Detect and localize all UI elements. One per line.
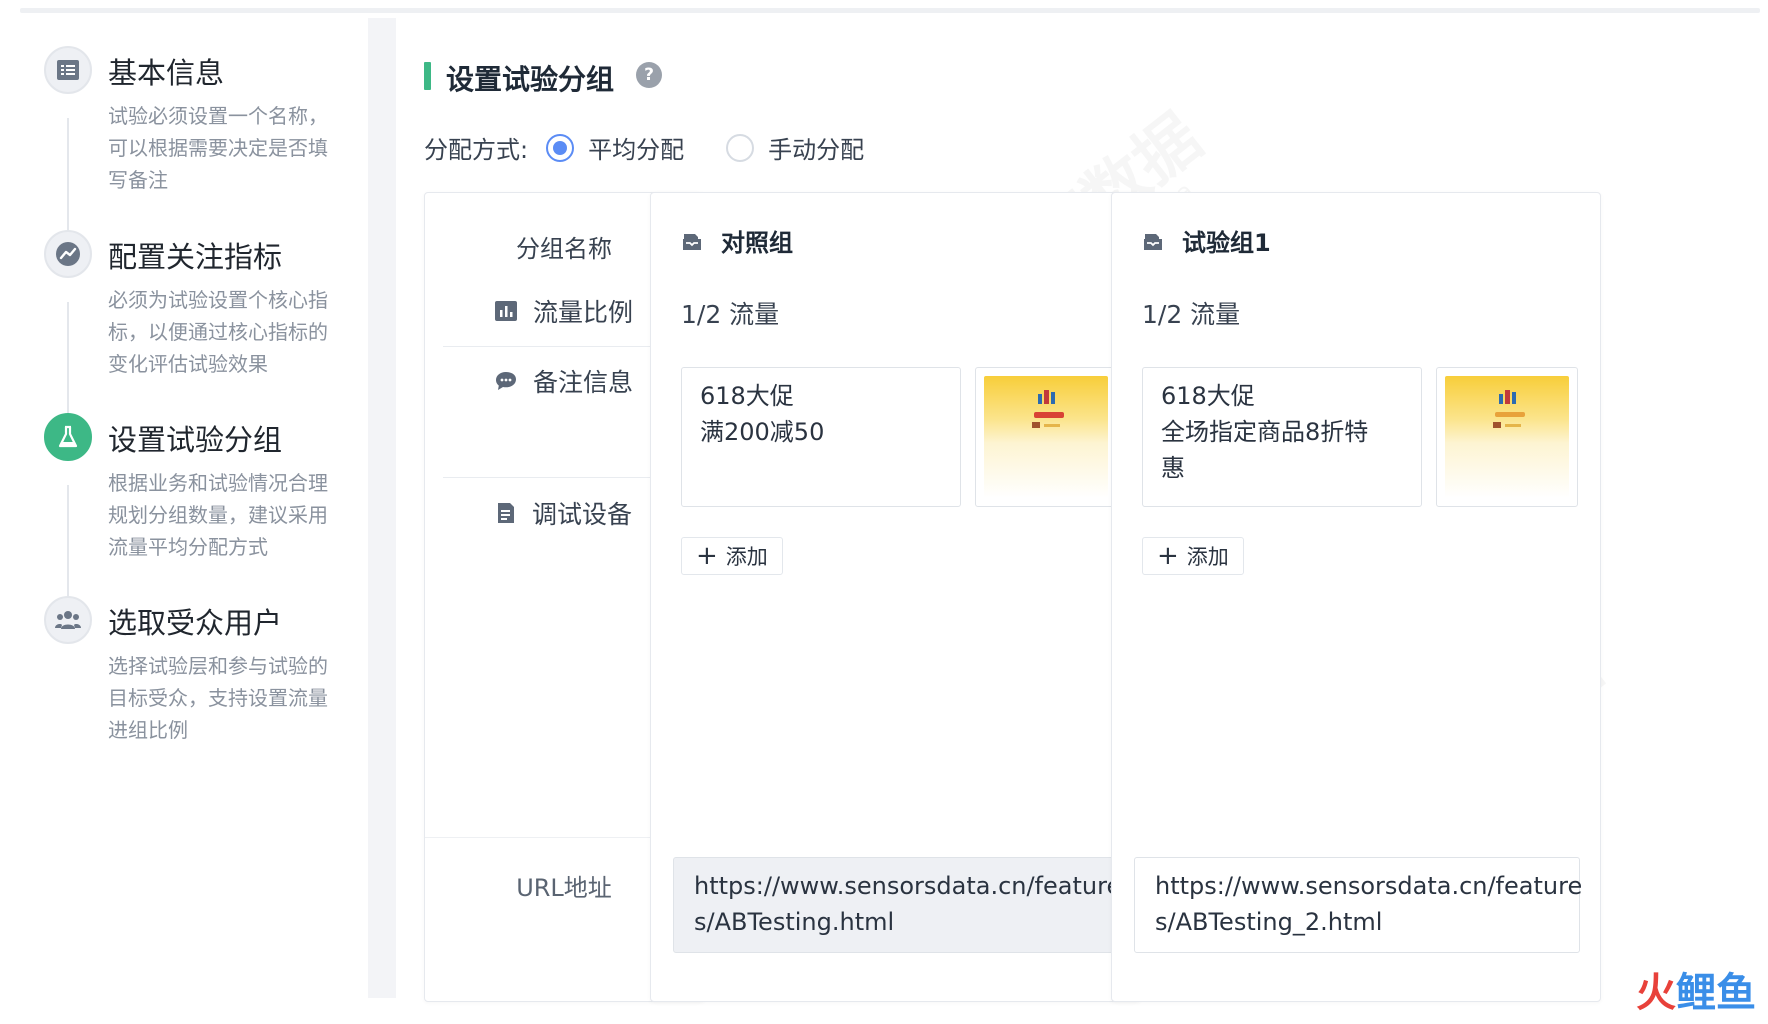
section-title: 设置试验分组 [446,63,615,96]
step-title: 选取受众用户 [108,606,283,640]
brand-logo: 火鲤鱼 [1636,970,1756,1016]
list-icon [44,46,92,94]
inbox-icon [1144,233,1162,250]
step-desc: 根据业务和试验情况合理规划分组数量，建议采用流量平均分配方式 [108,471,328,559]
step-title: 设置试验分组 [108,423,283,457]
url-field[interactable]: https://www.sensorsdata.cn/feature s/ABT… [1134,857,1582,953]
radio-manual[interactable] [726,133,755,162]
group-traffic: 1/2 流量 [681,300,780,329]
group-header: 对照组 [681,223,793,258]
top-divider [20,8,1760,13]
step-title: 配置关注指标 [108,240,283,274]
section-accent-bar [424,62,431,90]
radio-manual-label[interactable]: 手动分配 [768,130,864,165]
radio-average-label[interactable]: 平均分配 [588,130,684,165]
group-note-field[interactable]: 618大促 满200减50 [681,367,961,507]
add-device-button[interactable]: + 添加 [1142,537,1244,575]
mode-label: 分配方式: [424,136,529,164]
step-desc: 必须为试验设置个核心指标，以便通过核心指标的变化评估试验效果 [108,288,328,376]
add-device-button[interactable]: + 添加 [681,537,783,575]
comment-icon [495,372,516,390]
users-icon [44,596,92,644]
step-connector [67,118,69,248]
device-preview-thumbnail[interactable] [975,367,1117,507]
group-note-field[interactable]: 618大促 全场指定商品8折特 惠 [1142,367,1422,507]
group-settings-main: 神策数据 SENSORS Data 神策数据 SENSORS Data 神策数据… [400,18,1760,1018]
group-card-control: 对照组 1/2 流量 618大促 满200减50 + 添加 https://www… [650,192,1140,1002]
panel-separator [368,18,396,998]
flask-icon [44,413,92,461]
allocation-mode: 分配方式: 平均分配 手动分配 [424,130,864,165]
url-field[interactable]: https://www.sensorsdata.cn/feature s/ABT… [673,857,1121,953]
step-desc: 试验必须设置一个名称，可以根据需要决定是否填写备注 [108,104,328,192]
trend-icon [44,230,92,278]
radio-average[interactable] [546,133,575,162]
device-icon [497,503,514,523]
inbox-icon [683,233,701,250]
help-icon[interactable]: ? [636,62,662,88]
bar-chart-icon [494,301,517,321]
step-desc: 选择试验层和参与试验的目标受众，支持设置流量进组比例 [108,654,328,742]
steps-panel: 基本信息 试验必须设置一个名称，可以根据需要决定是否填写备注 配置关注指标 必须… [20,18,370,998]
group-header: 试验组1 [1142,223,1271,258]
group-traffic: 1/2 流量 [1142,300,1241,329]
group-card-experiment-1: 试验组1 1/2 流量 618大促 全场指定商品8折特 惠 + 添加 https:… [1111,192,1601,1002]
device-preview-thumbnail[interactable] [1436,367,1578,507]
step-title: 基本信息 [108,56,225,90]
